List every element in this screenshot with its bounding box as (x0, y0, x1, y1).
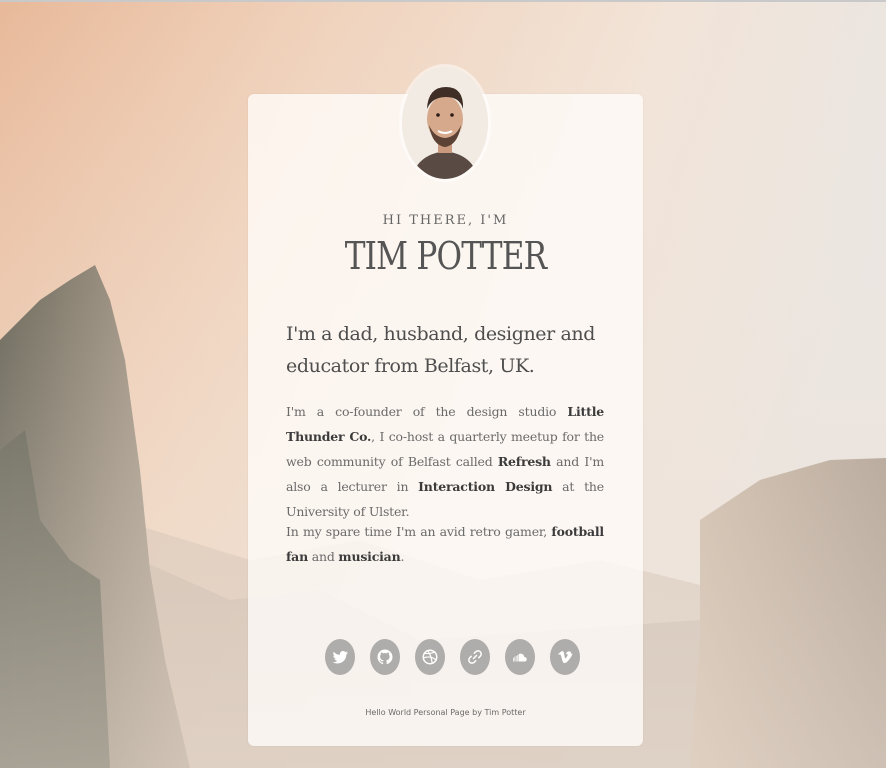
soundcloud-icon (513, 653, 527, 662)
twitter-icon (332, 651, 348, 664)
bio-paragraph-1: I'm a co-founder of the design studio Li… (286, 399, 604, 524)
twitter-button[interactable] (325, 639, 355, 675)
bio-paragraph-2: In my spare time I'm an avid retro gamer… (286, 519, 604, 569)
meetup-name: Refresh (497, 454, 551, 469)
greeting-text: HI THERE, I'M (382, 213, 509, 228)
footer-credit: Hello World Personal Page by Tim Potter (248, 708, 643, 717)
footer-author-link[interactable]: Tim Potter (485, 708, 526, 717)
intro-lead: I'm a dad, husband, designer and educato… (286, 323, 596, 377)
social-links (325, 639, 580, 677)
footer-text: by (469, 708, 485, 717)
bio-text: . (400, 549, 405, 564)
vimeo-button[interactable] (550, 639, 580, 675)
github-button[interactable] (370, 639, 400, 675)
bio-text: I'm a co-founder of the design studio (286, 404, 568, 419)
footer-page-name[interactable]: Hello World Personal Page (365, 708, 469, 717)
window-top-border (0, 0, 886, 2)
dribbble-icon (422, 649, 438, 665)
avatar (402, 67, 488, 179)
vimeo-icon (558, 651, 573, 664)
dribbble-button[interactable] (415, 639, 445, 675)
bio-text: and (307, 549, 339, 564)
github-icon (377, 649, 393, 665)
subject-name: Interaction Design (418, 479, 553, 494)
bio-text: In my spare time I'm an avid retro gamer… (286, 524, 552, 539)
page-title: TIM POTTER (344, 234, 547, 278)
soundcloud-button[interactable] (505, 639, 535, 675)
hobby-music: musician (338, 549, 401, 564)
link-icon (468, 650, 482, 664)
website-link-button[interactable] (460, 639, 490, 675)
